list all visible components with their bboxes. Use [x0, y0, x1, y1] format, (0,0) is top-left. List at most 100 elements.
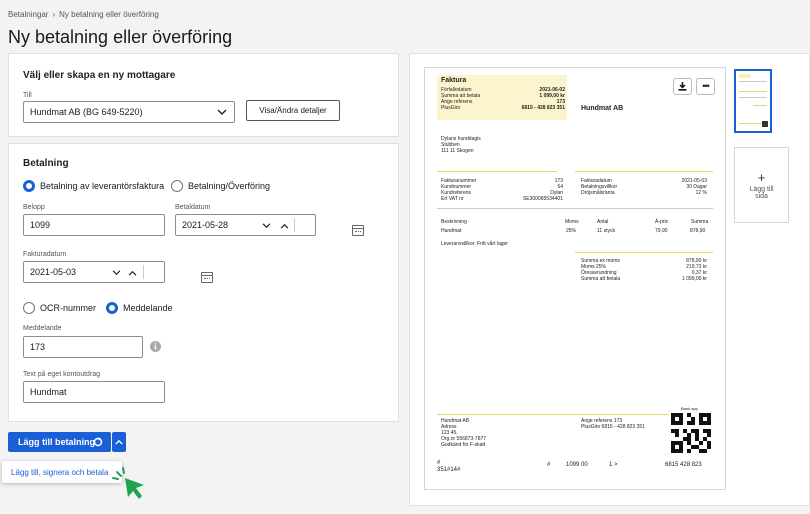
download-button[interactable] — [673, 78, 692, 95]
ocr-account: 6815 428 823 — [665, 462, 702, 468]
chevron-up-icon — [115, 439, 123, 445]
invoice-col-header: À-pris — [655, 219, 669, 225]
thumbnail-qr — [762, 121, 768, 127]
to-label: Till — [23, 92, 32, 99]
ocr-reference: 351#14# — [437, 467, 461, 473]
invoice-footer-line: Godkänd för F-skatt — [441, 442, 486, 448]
invoice-sum-value: 1 099,00 kr — [681, 276, 707, 282]
message-input[interactable]: 173 — [23, 336, 143, 358]
bank-app-label: Bank app — [681, 406, 698, 411]
divider — [143, 265, 144, 279]
add-page-button[interactable]: + Lägg till sida — [734, 147, 789, 223]
thumbnail-line — [739, 97, 767, 98]
radio-message-label: Meddelande — [123, 303, 173, 313]
radio-transfer-circle[interactable] — [171, 180, 183, 192]
invoice-col-header: Beskrivning — [441, 219, 467, 225]
paydate-input[interactable]: 2021-05-28 — [175, 214, 365, 236]
plus-icon: + — [757, 169, 766, 185]
add-payment-label: Lägg till betalning — [18, 437, 95, 447]
divider — [437, 414, 669, 415]
ocr-check: 1 > — [609, 462, 618, 468]
recipient-select[interactable]: Hundmat AB (BG 649-5220) — [23, 101, 235, 123]
invoice-info-value: SE300065534401 — [522, 196, 563, 202]
invoice-customer-line: 111 11 Skogen — [441, 148, 474, 154]
radio-invoice[interactable]: Betalning av leverantörsfaktura — [23, 180, 164, 192]
statement-label: Text på eget kontoutdrag — [23, 371, 101, 378]
qr-code-icon — [671, 413, 711, 453]
breadcrumb-root-link[interactable]: Betalningar — [8, 10, 48, 19]
invoice-col-header: Summa — [691, 219, 709, 225]
invoicedate-value: 2021-05-03 — [30, 267, 77, 277]
info-icon[interactable] — [150, 341, 161, 352]
divider — [575, 252, 713, 253]
thumbnail-line — [753, 105, 767, 106]
invoice-info-value: 12 % — [695, 190, 707, 196]
thumbnail-line — [739, 91, 767, 92]
payment-card: Betalning Betalning av leverantörsfaktur… — [8, 143, 399, 422]
thumbnail-line — [739, 81, 767, 82]
radio-transfer-label: Betalning/Överföring — [188, 181, 271, 191]
radio-ocr-label: OCR-nummer — [40, 303, 97, 313]
add-payment-dropdown-toggle[interactable] — [112, 432, 126, 452]
amount-input[interactable]: 1099 — [23, 214, 165, 236]
preview-panel: Faktura Förfallodatum Summa att betala A… — [409, 53, 810, 506]
divider — [294, 218, 295, 232]
divider — [575, 171, 713, 172]
calendar-icon[interactable] — [201, 271, 214, 283]
radio-invoice-circle[interactable] — [23, 180, 35, 192]
statement-value: Hundmat — [30, 387, 67, 397]
statement-input[interactable]: Hundmat — [23, 381, 165, 403]
invoicedate-label: Fakturadatum — [23, 251, 67, 258]
amount-value: 1099 — [30, 220, 51, 230]
invoice-title: Faktura — [441, 77, 467, 84]
chevron-up-icon[interactable] — [280, 223, 289, 229]
ocr-amount: 1099 00 — [566, 462, 588, 468]
divider — [437, 171, 557, 172]
more-options-button[interactable]: ••• — [696, 78, 715, 95]
recipient-select-value: Hundmat AB (BG 649-5220) — [30, 107, 143, 117]
chevron-up-icon[interactable] — [128, 270, 137, 276]
breadcrumb: Betalningar › Ny betalning eller överförin… — [8, 10, 159, 19]
radio-message[interactable]: Meddelande — [106, 302, 173, 314]
invoice-row-cell: 11 styck — [597, 228, 615, 234]
add-page-label-line1: Lägg till — [749, 185, 774, 193]
radio-transfer[interactable]: Betalning/Överföring — [171, 180, 270, 192]
add-page-label-line2: sida — [755, 192, 768, 200]
radio-ocr[interactable]: OCR-nummer — [23, 302, 96, 314]
pointer-cursor-icon — [112, 467, 144, 499]
invoice-head-value: 6815 - 428 823 351 — [521, 105, 565, 111]
invoice-footer-line: PlusGiro 6815 - 428 823 351 — [581, 424, 645, 430]
divider — [437, 208, 713, 209]
paydate-label: Betaldatum — [175, 204, 211, 211]
invoice-col-header: Moms — [565, 219, 579, 225]
invoice-col-header: Antal — [597, 219, 609, 225]
page-thumbnail[interactable] — [734, 69, 772, 133]
invoice-company: Hundmat AB — [581, 105, 624, 112]
radio-invoice-label: Betalning av leverantörsfaktura — [40, 181, 165, 191]
radio-message-circle[interactable] — [106, 302, 118, 314]
chevron-down-icon[interactable] — [262, 223, 271, 229]
message-value: 173 — [30, 342, 46, 352]
calendar-icon[interactable] — [352, 224, 365, 236]
add-payment-button[interactable]: Lägg till betalning — [8, 432, 111, 452]
ocr-hash: # — [437, 460, 441, 466]
invoice-terms: Leveransvillkor: Fritt vårt lager — [441, 241, 508, 247]
invoice-row-cell: 79,90 — [655, 228, 668, 234]
sync-icon — [93, 437, 103, 447]
thumbnail-highlight — [739, 74, 751, 78]
page-title: Ny betalning eller överföring — [8, 27, 233, 47]
invoicedate-input[interactable]: 2021-05-03 — [23, 261, 214, 283]
details-button[interactable]: Visa/Ändra detaljer — [246, 100, 340, 121]
more-options-icon: ••• — [702, 81, 710, 91]
radio-ocr-circle[interactable] — [23, 302, 35, 314]
breadcrumb-current: Ny betalning eller överföring — [59, 10, 159, 19]
recipient-card: Välj eller skapa en ny mottagare Till Hu… — [8, 53, 399, 137]
chevron-down-icon[interactable] — [112, 270, 121, 276]
invoice-info-label: Dröjsmålsränta — [581, 190, 615, 196]
download-icon — [678, 82, 687, 91]
recipient-heading: Välj eller skapa en ny mottagare — [23, 70, 176, 81]
menu-item-add-sign-pay[interactable]: Lägg till, signera och betala — [2, 461, 122, 483]
invoice-sum-label: Summa att betala — [581, 276, 621, 282]
ocr-hash: # — [547, 462, 551, 468]
invoice-row-cell: 25% — [566, 228, 577, 234]
